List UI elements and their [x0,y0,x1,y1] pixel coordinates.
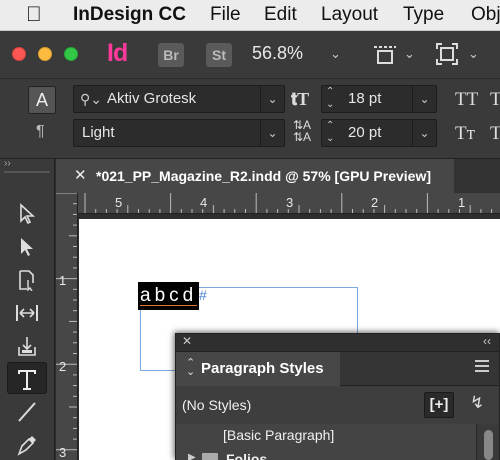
zoom-window-button[interactable] [64,47,78,61]
document-tab-title: *021_PP_Magazine_R2.indd @ 57% [GPU Prev… [96,168,432,184]
disclosure-triangle-icon[interactable]: ▶ [188,452,196,460]
ruler-label: 2 [371,195,379,210]
zoom-dropdown-chevron-icon[interactable]: ⌄ [330,46,341,62]
toolbar-grip[interactable] [4,171,50,173]
view-options-icon[interactable] [372,43,398,67]
subscript-button[interactable]: T [490,123,500,145]
scrollbar-thumb[interactable] [484,430,493,460]
font-size-dropdown-icon[interactable]: ⌄ [412,86,436,112]
leading-dropdown-icon[interactable]: ⌄ [412,120,436,146]
font-family-field[interactable]: ⚲⌄ Aktiv Grotesk ⌄ [73,85,285,113]
control-panel: A ¶ ⚲⌄ Aktiv Grotesk ⌄ Light ⌄ 𝐭T ⌃ ⌄ 18 … [0,79,500,159]
selection-tool-icon[interactable] [7,197,47,229]
folder-icon [202,453,218,460]
font-family-dropdown-icon[interactable]: ⌄ [260,86,284,112]
leading-icon: ⇅A ⇅A [293,118,312,144]
direct-selection-tool-icon[interactable] [7,230,47,262]
collapse-panel-icon[interactable]: ‹‹ [483,334,491,348]
bridge-button[interactable]: Br [158,43,184,67]
leading-field[interactable]: ⌃ ⌄ 20 pt ⌄ [321,119,437,147]
ruler-label: 4 [200,195,208,210]
zoom-level[interactable]: 56.8% [252,43,303,64]
document-tab[interactable]: ✕ *021_PP_Magazine_R2.indd @ 57% [GPU Pr… [56,159,454,193]
ruler-label: 3 [286,195,294,210]
style-list: [Basic Paragraph] ▶ Folios [176,424,476,460]
menu-edit[interactable]: Edit [264,4,297,26]
application-bar: Id Br St 56.8% ⌄ ⌄ ⌄ [0,31,500,79]
style-list-item[interactable]: [Basic Paragraph] [176,424,476,448]
type-tool-icon[interactable] [7,362,47,394]
ruler-label: 1 [458,195,466,210]
close-panel-icon[interactable]: ✕ [182,334,192,348]
font-search-icon: ⚲⌄ [80,91,102,107]
text-underline [140,305,197,306]
leading-stepper-icon[interactable]: ⌃ ⌄ [326,119,334,145]
gap-tool-icon[interactable] [7,296,47,328]
style-item-label: [Basic Paragraph] [223,427,335,443]
panel-header[interactable]: ✕ ‹‹ [176,334,499,352]
menu-object[interactable]: Obj [471,4,500,26]
font-size-field[interactable]: ⌃ ⌄ 18 pt ⌄ [321,85,437,113]
style-group-item[interactable]: ▶ Folios [176,448,476,460]
character-formatting-button[interactable]: A [28,86,56,114]
tab-expand-icon[interactable]: ⌃ ⌄ [186,358,195,378]
horizontal-ruler[interactable]: 5 4 3 2 1 [78,193,500,214]
menu-file[interactable]: File [210,4,241,26]
paragraph-styles-panel: ✕ ‹‹ ⌃ ⌄ Paragraph Styles (No Styles) [+]… [175,333,500,460]
font-style-dropdown-icon[interactable]: ⌄ [260,120,284,146]
screen-mode-icon[interactable] [435,42,459,66]
current-style-row: (No Styles) [+] ↯ [176,386,499,424]
content-collector-tool-icon[interactable] [7,329,47,361]
panel-title: Paragraph Styles [201,360,324,377]
ruler-label: 3 [59,445,67,460]
mac-menubar:  InDesign CC File Edit Layout Type Obj [0,0,500,31]
font-style-field[interactable]: Light ⌄ [73,119,285,147]
font-size-value: 18 pt [348,90,382,107]
style-group-label: Folios [226,451,268,460]
collapse-panel-icon[interactable]: ›› [4,158,11,169]
menu-layout[interactable]: Layout [321,4,378,26]
line-tool-icon[interactable] [7,395,47,427]
all-caps-button[interactable]: TT [455,89,478,111]
adobe-stock-button[interactable]: St [206,43,232,67]
view-options-chevron-icon[interactable]: ⌄ [404,46,415,62]
close-window-button[interactable] [12,47,26,61]
vertical-ruler[interactable]: 1 2 3 [56,193,78,460]
ruler-label: 5 [115,195,123,210]
quick-apply-icon[interactable]: ↯ [470,393,484,413]
ruler-label: 2 [59,359,67,374]
menu-type[interactable]: Type [403,4,444,26]
font-size-stepper-icon[interactable]: ⌃ ⌄ [326,85,334,111]
screen-mode-chevron-icon[interactable]: ⌄ [468,46,479,62]
apple-menu-icon[interactable]:  [26,3,42,27]
ruler-label: 1 [59,273,67,288]
indesign-logo: Id [107,39,128,67]
page-tool-icon[interactable] [7,263,47,295]
font-style-value: Light [82,124,115,141]
leading-value: 20 pt [348,124,382,141]
create-style-button[interactable]: [+] [424,392,454,418]
tools-panel: ›› [0,158,55,460]
panel-menu-icon[interactable] [475,360,489,372]
app-name-menu[interactable]: InDesign CC [73,4,186,26]
current-style-label: (No Styles) [182,397,252,413]
panel-tab-row: ⌃ ⌄ Paragraph Styles [176,352,499,386]
document-tab-bar: ✕ *021_PP_Magazine_R2.indd @ 57% [GPU Pr… [56,159,500,193]
paragraph-styles-tab[interactable]: ⌃ ⌄ Paragraph Styles [176,352,340,386]
small-caps-button[interactable]: Tт [455,123,475,145]
font-size-icon: 𝐭T [291,89,310,109]
vertical-ruler-ticks [56,193,77,451]
paragraph-formatting-button[interactable]: ¶ [36,123,45,141]
font-family-value: Aktiv Grotesk [107,90,197,107]
panel-scrollbar[interactable] [476,424,499,460]
minimize-window-button[interactable] [38,47,52,61]
superscript-button[interactable]: T [490,89,500,111]
close-tab-icon[interactable]: ✕ [74,159,87,193]
pen-tool-icon[interactable] [7,428,47,460]
end-of-story-marker: # [199,287,207,303]
